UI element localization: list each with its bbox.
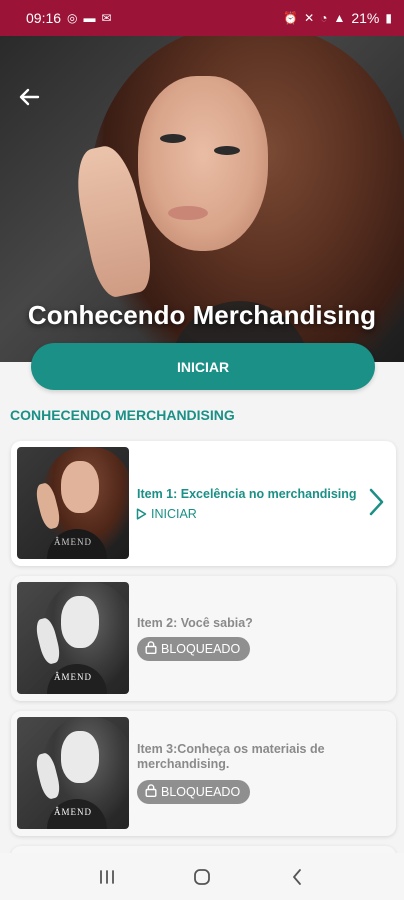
hero-image-face bbox=[138, 76, 268, 251]
thumb-face bbox=[61, 461, 99, 513]
item-status: INICIAR bbox=[151, 507, 197, 521]
section-title: CONHECENDO MERCHANDISING bbox=[10, 407, 235, 423]
battery-icon: ▮ bbox=[385, 11, 392, 25]
battery-level: 21% bbox=[351, 10, 380, 26]
item-status: BLOQUEADO bbox=[161, 642, 241, 656]
thumb-logo: ÂMEND bbox=[54, 672, 92, 682]
chevron-right-icon[interactable] bbox=[366, 487, 386, 517]
status-bar: 09:16 ◎ ▬ ✉ ⏰ ✕ ◔ ▲ 21% ▮ bbox=[0, 0, 404, 36]
alarm-icon: ⏰ bbox=[283, 11, 299, 25]
whatsapp-icon: ◎ bbox=[67, 11, 78, 25]
item-thumbnail: ÂMEND bbox=[17, 447, 129, 559]
list-item-1[interactable]: ÂMEND Item 1: Excelência no merchandisin… bbox=[11, 441, 396, 566]
list-item-3: ÂMEND Item 3:Conheça os materiais de mer… bbox=[11, 711, 396, 836]
thumb-face bbox=[61, 596, 99, 648]
recents-icon[interactable] bbox=[87, 859, 127, 895]
hero-banner: Conhecendo Merchandising bbox=[0, 36, 404, 362]
back-icon[interactable] bbox=[277, 859, 317, 895]
start-button[interactable]: INICIAR bbox=[31, 343, 375, 390]
thumb-logo: ÂMEND bbox=[54, 807, 92, 817]
item-locked-badge: BLOQUEADO bbox=[137, 637, 251, 661]
item-thumbnail: ÂMEND bbox=[17, 582, 129, 694]
item-locked-badge: BLOQUEADO bbox=[137, 780, 251, 804]
status-bar-right: ⏰ ✕ ◔ ▲ 21% ▮ bbox=[283, 10, 392, 26]
item-status: BLOQUEADO bbox=[161, 785, 241, 799]
wifi-icon: ◔ bbox=[320, 11, 328, 25]
list-item-2: ÂMEND Item 2: Você sabia? BLOQUEADO bbox=[11, 576, 396, 701]
thumb-logo: ÂMEND bbox=[54, 537, 92, 547]
signal-icon: ▲ bbox=[333, 11, 346, 25]
hero-image-lips bbox=[168, 206, 208, 220]
home-icon[interactable] bbox=[182, 859, 222, 895]
hero-image-eye bbox=[160, 134, 186, 143]
thumb-face bbox=[61, 731, 99, 783]
clock: 09:16 bbox=[26, 10, 62, 26]
lock-icon bbox=[145, 784, 157, 800]
lock-icon bbox=[145, 641, 157, 657]
status-bar-left: 09:16 ◎ ▬ ✉ bbox=[26, 10, 112, 26]
back-arrow-icon[interactable] bbox=[14, 86, 44, 112]
email-icon: ✉ bbox=[101, 11, 112, 25]
message-icon: ▬ bbox=[83, 11, 96, 25]
hero-image-eye bbox=[214, 146, 240, 155]
mute-icon: ✕ bbox=[304, 11, 315, 25]
item-title: Item 1: Excelência no merchandising bbox=[137, 487, 357, 501]
play-icon bbox=[136, 508, 147, 520]
item-title: Item 3:Conheça os materiais de merchandi… bbox=[137, 742, 325, 771]
hero-title: Conhecendo Merchandising bbox=[27, 300, 377, 330]
item-start-link[interactable]: INICIAR bbox=[136, 507, 197, 521]
item-thumbnail: ÂMEND bbox=[17, 717, 129, 829]
item-title: Item 2: Você sabia? bbox=[137, 616, 253, 630]
system-nav-bar bbox=[0, 853, 404, 900]
